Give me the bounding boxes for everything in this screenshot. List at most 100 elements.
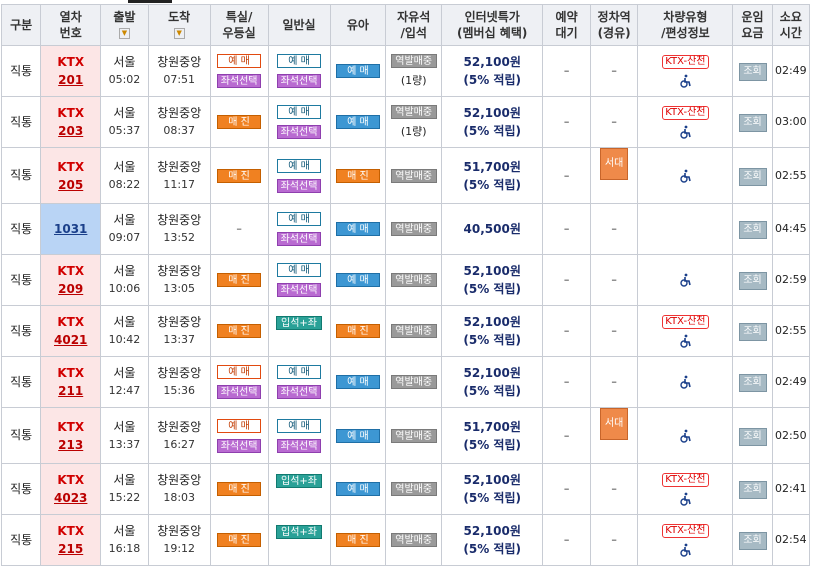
- header-arrive[interactable]: 도착 ▼: [147, 4, 211, 46]
- train-cell[interactable]: 1031: [40, 203, 102, 255]
- fare-lookup-button[interactable]: 조회: [738, 532, 767, 550]
- train-cell[interactable]: KTX 213: [40, 407, 102, 464]
- train-cell[interactable]: KTX 215: [40, 514, 102, 566]
- fare-lookup-button[interactable]: 조회: [738, 221, 767, 239]
- vehicle-cell: [637, 254, 734, 306]
- infant-reserve-button[interactable]: 예 매: [335, 64, 380, 78]
- seat-select-button[interactable]: 좌석선택: [277, 385, 322, 399]
- internet-price-cell: 52,100원 (5% 적립): [441, 305, 544, 357]
- reserve-wait-cell: –: [542, 203, 591, 255]
- fare-lookup-button[interactable]: 조회: [738, 427, 767, 446]
- seat-select-button[interactable]: 좌석선택: [277, 125, 322, 139]
- standing-seat-button[interactable]: 입석+좌석: [276, 525, 323, 552]
- seat-select-button[interactable]: 좌석선택: [277, 438, 322, 453]
- seat-select-button[interactable]: 좌석선택: [217, 438, 262, 453]
- ktx-sancheon-badge[interactable]: KTX-산천: [662, 106, 709, 120]
- seat-select-button[interactable]: 좌석선택: [277, 178, 322, 193]
- train-cell[interactable]: KTX 211: [40, 356, 102, 408]
- train-number-link[interactable]: 4021: [41, 331, 100, 349]
- kind-cell: 직통: [0, 514, 42, 566]
- general-seat-cell: 예 매좌석선택: [267, 45, 331, 97]
- general-seat-cell: 입석+좌석: [267, 463, 331, 515]
- train-number-link[interactable]: 1031: [41, 220, 100, 238]
- reserve-button[interactable]: 예 매: [277, 418, 322, 433]
- reserve-button[interactable]: 예 매: [217, 418, 262, 433]
- fare-lookup-button[interactable]: 조회: [738, 114, 767, 132]
- ktx-sancheon-badge[interactable]: KTX-산천: [662, 473, 709, 487]
- header-depart[interactable]: 출발 ▼: [100, 4, 149, 46]
- seat-select-button[interactable]: 좌석선택: [277, 232, 322, 246]
- infant-reserve-button[interactable]: 예 매: [335, 115, 380, 129]
- reserve-button[interactable]: 예 매: [277, 54, 322, 68]
- duration-cell: 02:54: [771, 514, 811, 566]
- reserve-button[interactable]: 예 매: [277, 365, 322, 379]
- train-cell[interactable]: KTX 4023: [40, 463, 102, 515]
- stop-station-button[interactable]: 서대구: [600, 408, 629, 459]
- fare-lookup-button[interactable]: 조회: [738, 167, 767, 186]
- ktx-sancheon-badge[interactable]: KTX-산천: [662, 524, 709, 538]
- train-number-link[interactable]: 211: [41, 382, 100, 400]
- ktx-sancheon-badge[interactable]: KTX-산천: [662, 55, 709, 69]
- duration-cell: 02:49: [771, 45, 811, 97]
- train-number-link[interactable]: 205: [41, 176, 100, 194]
- special-seat-cell: 매 진: [209, 147, 269, 204]
- train-number-link[interactable]: 203: [41, 122, 100, 140]
- fare-lookup-button[interactable]: 조회: [738, 481, 767, 499]
- seat-select-button[interactable]: 좌석선택: [217, 74, 262, 88]
- reserve-button[interactable]: 예 매: [277, 158, 322, 173]
- train-cell[interactable]: KTX 201: [40, 45, 102, 97]
- sold-out-badge: 매 진: [217, 115, 262, 129]
- duration-cell: 02:50: [771, 407, 811, 464]
- reserve-button[interactable]: 예 매: [277, 263, 322, 277]
- table-row: 직통 KTX 211 서울 12:47 창원중앙 15:36 예 매 좌석선택 예 매 좌석선택 예 …: [0, 356, 811, 408]
- train-number-link[interactable]: 209: [41, 280, 100, 298]
- reserve-button[interactable]: 예 매: [277, 105, 322, 119]
- general-seat-cell: 예 매좌석선택: [267, 203, 331, 255]
- standing-seat-button[interactable]: 입석+좌석: [276, 474, 323, 501]
- header-stop-station: 정차역 (경유): [589, 4, 639, 46]
- train-name: KTX: [57, 159, 85, 174]
- vehicle-cell: [637, 203, 734, 255]
- reserve-button[interactable]: 예 매: [217, 365, 262, 379]
- train-number-link[interactable]: 201: [41, 71, 100, 89]
- seat-select-button[interactable]: 좌석선택: [217, 385, 262, 399]
- infant-reserve-button[interactable]: 예 매: [335, 222, 380, 236]
- stop-station-cell: –: [589, 45, 639, 97]
- seat-select-button[interactable]: 좌석선택: [277, 74, 322, 88]
- standing-seat-button[interactable]: 입석+좌석: [276, 316, 323, 343]
- train-cell[interactable]: KTX 203: [40, 96, 102, 148]
- stop-station-button[interactable]: 서대구: [600, 148, 629, 199]
- infant-reserve-button[interactable]: 예 매: [335, 375, 380, 389]
- standing-cell: 역발매중: [385, 305, 443, 357]
- fare-cell: 조회: [732, 254, 773, 306]
- table-row: 직통 KTX 213 서울 13:37 창원중앙 16:27 예 매 좌석선택 예 매 좌석선택 예 …: [0, 407, 811, 464]
- fare-lookup-button[interactable]: 조회: [738, 272, 767, 290]
- duration-cell: 02:55: [771, 305, 811, 357]
- reserve-button[interactable]: 예 매: [217, 54, 262, 68]
- header-infant: 유아: [329, 4, 387, 46]
- fare-lookup-button[interactable]: 조회: [738, 374, 767, 392]
- sort-depart-icon[interactable]: ▼: [118, 28, 130, 39]
- infant-reserve-button[interactable]: 예 매: [335, 273, 380, 287]
- infant-reserve-button[interactable]: 예 매: [335, 482, 380, 496]
- reserve-wait-cell: –: [542, 356, 591, 408]
- station-sale-badge: 역발매중: [390, 168, 437, 183]
- arrive-cell: 창원중앙 13:05: [147, 254, 211, 306]
- train-cell[interactable]: KTX 4021: [40, 305, 102, 357]
- fare-lookup-button[interactable]: 조회: [738, 63, 767, 81]
- train-number-link[interactable]: 215: [41, 540, 100, 558]
- sort-arrive-icon[interactable]: ▼: [173, 28, 185, 39]
- station-sale-badge: 역발매중: [390, 105, 437, 119]
- train-number-link[interactable]: 4023: [41, 489, 100, 507]
- train-cell[interactable]: KTX 205: [40, 147, 102, 204]
- fare-lookup-button[interactable]: 조회: [738, 323, 767, 341]
- reserve-button[interactable]: 예 매: [277, 212, 322, 226]
- infant-reserve-button[interactable]: 예 매: [335, 428, 380, 443]
- seat-select-button[interactable]: 좌석선택: [277, 283, 322, 297]
- arrive-cell: 창원중앙 15:36: [147, 356, 211, 408]
- ktx-sancheon-badge[interactable]: KTX-산천: [662, 315, 709, 329]
- train-number-link[interactable]: 213: [41, 436, 100, 454]
- kind-cell: 직통: [0, 254, 42, 306]
- train-cell[interactable]: KTX 209: [40, 254, 102, 306]
- header-vehicle: 차량유형/편성정보: [637, 4, 734, 46]
